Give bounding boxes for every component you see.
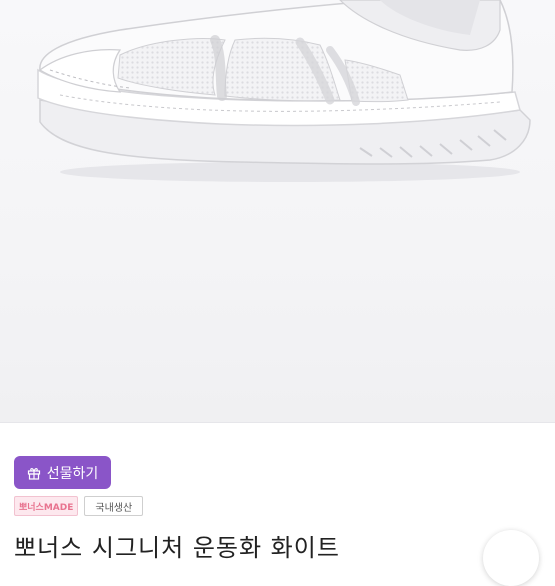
domestic-production-badge: 국내생산 [84, 496, 144, 516]
gift-button[interactable]: 선물하기 [14, 456, 111, 489]
section-divider [0, 422, 555, 423]
gift-icon [27, 466, 41, 480]
badge-row: 뽀너스MADE 국내생산 [14, 496, 144, 516]
product-title: 뽀너스 시그니처 운동화 화이트 [14, 534, 340, 562]
sneaker-illustration [37, 0, 531, 182]
product-image [0, 0, 555, 422]
floating-action-button[interactable] [483, 530, 539, 586]
gift-button-label: 선물하기 [46, 465, 99, 482]
brand-made-badge: 뽀너스MADE [14, 496, 79, 516]
